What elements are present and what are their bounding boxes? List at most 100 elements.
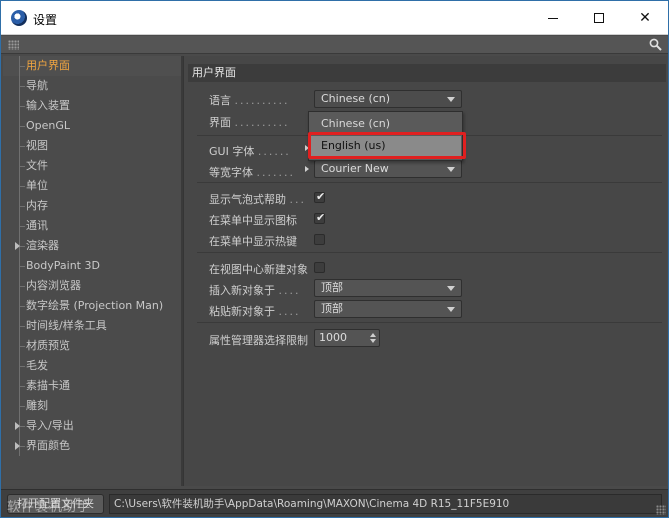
sidebar-item[interactable]: 时间线/样条工具: [3, 316, 181, 336]
sidebar-item[interactable]: 界面颜色: [3, 436, 181, 456]
config-path-field[interactable]: C:\Users\软件装机助手\AppData\Roaming\MAXON\Ci…: [109, 494, 662, 514]
sidebar-item-label: 数字绘景 (Projection Man): [26, 299, 164, 312]
grip-icon[interactable]: [8, 40, 19, 50]
sidebar-item[interactable]: 渲染器: [3, 236, 181, 256]
menu-icons-label: 在菜单中显示图标: [209, 214, 297, 227]
sidebar-item-label: 素描卡通: [26, 379, 70, 392]
bubble-help-checkbox[interactable]: ✔: [314, 190, 326, 203]
new-object-center-checkbox[interactable]: [314, 262, 325, 273]
tree-branch: [19, 406, 25, 407]
sidebar-item-label: 文件: [26, 159, 48, 172]
interface-label: 界面 ..........: [209, 116, 290, 129]
separator: [197, 182, 662, 183]
sidebar-item-label: 雕刻: [26, 399, 48, 412]
sidebar-item[interactable]: 用户界面: [3, 56, 181, 76]
chevron-down-icon: [447, 286, 455, 291]
maximize-button[interactable]: [576, 1, 622, 35]
sidebar-item[interactable]: 视图: [3, 136, 181, 156]
sidebar-item[interactable]: BodyPaint 3D: [3, 256, 181, 276]
settings-sidebar: 用户界面导航输入装置 OpenGL 视图文件单位内存通讯渲染器 BodyPaint 3…: [3, 56, 183, 486]
sidebar-item-label: 用户界面: [26, 59, 70, 72]
insert-new-object-value: 顶部: [321, 281, 343, 294]
toolbar-strip: [1, 36, 668, 54]
sidebar-item-label: OpenGL: [26, 119, 71, 132]
tree-branch: [19, 166, 25, 167]
attribute-limit-value: 1000: [319, 331, 347, 344]
sidebar-item[interactable]: 内容浏览器: [3, 276, 181, 296]
attribute-limit-label: 属性管理器选择限制: [209, 334, 308, 347]
sidebar-item[interactable]: 内存: [3, 196, 181, 216]
sidebar-item-label: 界面颜色: [26, 439, 70, 452]
tree-branch: [19, 286, 25, 287]
sidebar-item[interactable]: 材质预览: [3, 336, 181, 356]
expand-arrow-icon[interactable]: [15, 242, 20, 250]
insert-new-object-label: 插入新对象于 ....: [209, 284, 301, 297]
chevron-down-icon: [447, 307, 455, 312]
mono-font-label: 等宽字体 .......: [209, 166, 295, 179]
close-button[interactable]: ✕: [622, 1, 668, 35]
expand-arrow-icon[interactable]: [15, 442, 20, 450]
sidebar-item-label: 内存: [26, 199, 48, 212]
sidebar-item-label: 渲染器: [26, 239, 59, 252]
sidebar-item[interactable]: 数字绘景 (Projection Man): [3, 296, 181, 316]
sidebar-item-label: 通讯: [26, 219, 48, 232]
watermark-text: 软件装机助手: [7, 500, 92, 515]
chevron-down-icon: [447, 97, 455, 102]
separator: [197, 252, 662, 253]
sidebar-item-label: 单位: [26, 179, 48, 192]
sidebar-item[interactable]: 素描卡通: [3, 376, 181, 396]
sidebar-item[interactable]: 通讯: [3, 216, 181, 236]
checkmark-icon: ✔: [316, 190, 326, 203]
sidebar-item-label: 内容浏览器: [26, 279, 81, 292]
search-icon[interactable]: [649, 38, 662, 51]
highlight-annotation-box: [308, 132, 466, 159]
language-option-chinese[interactable]: Chinese (cn): [310, 114, 461, 134]
sidebar-item[interactable]: 文件: [3, 156, 181, 176]
separator: [197, 322, 662, 323]
attribute-limit-input[interactable]: 1000: [314, 329, 380, 347]
insert-new-object-dropdown[interactable]: 顶部: [314, 279, 462, 297]
sidebar-item-label: 导航: [26, 79, 48, 92]
maximize-icon: [594, 13, 604, 23]
checkmark-icon: ✔: [316, 211, 326, 224]
tree-branch: [19, 386, 25, 387]
paste-new-object-dropdown[interactable]: 顶部: [314, 300, 462, 318]
stepper-icon[interactable]: [370, 333, 376, 343]
title-bar[interactable]: 设置 ✕: [1, 1, 668, 35]
expand-arrow-icon[interactable]: [15, 422, 20, 430]
bottom-bar: 打开配置文件夹 C:\Users\软件装机助手\AppData\Roaming\…: [1, 489, 668, 517]
tree-branch: [19, 146, 25, 147]
sidebar-item[interactable]: 输入装置: [3, 96, 181, 116]
expand-arrow-icon[interactable]: [305, 166, 309, 172]
tree-branch: [19, 346, 25, 347]
sidebar-item[interactable]: 单位: [3, 176, 181, 196]
tree-branch: [19, 326, 25, 327]
menu-icons-checkbox[interactable]: ✔: [314, 211, 326, 224]
sidebar-item[interactable]: 导入/导出: [3, 416, 181, 436]
section-header: 用户界面: [188, 64, 666, 82]
sidebar-item[interactable]: OpenGL: [3, 116, 181, 136]
minimize-button[interactable]: [530, 1, 576, 35]
window-title: 设置: [33, 13, 58, 27]
tree-branch: [19, 226, 25, 227]
chevron-down-icon: [447, 167, 455, 172]
mono-font-dropdown[interactable]: Courier New: [314, 160, 462, 178]
sidebar-item[interactable]: 导航: [3, 76, 181, 96]
gui-font-label: GUI 字体 ......: [209, 145, 291, 158]
tree-branch: [19, 86, 25, 87]
sidebar-item-label: 视图: [26, 139, 48, 152]
minimize-icon: [548, 17, 558, 19]
resize-grip-icon[interactable]: [656, 505, 666, 515]
paste-new-object-value: 顶部: [321, 302, 343, 315]
language-dropdown[interactable]: Chinese (cn): [314, 90, 462, 108]
sidebar-item[interactable]: 雕刻: [3, 396, 181, 416]
menu-hotkeys-checkbox[interactable]: [314, 234, 325, 245]
sidebar-item-label: 毛发: [26, 359, 48, 372]
tree-branch: [19, 306, 25, 307]
sidebar-item-label: 材质预览: [26, 339, 70, 352]
new-object-center-label: 在视图中心新建对象: [209, 263, 308, 276]
sidebar-item-label: 时间线/样条工具: [26, 319, 107, 332]
sidebar-item[interactable]: 毛发: [3, 356, 181, 376]
sidebar-item-label: BodyPaint 3D: [26, 259, 100, 272]
tree-branch: [19, 366, 25, 367]
